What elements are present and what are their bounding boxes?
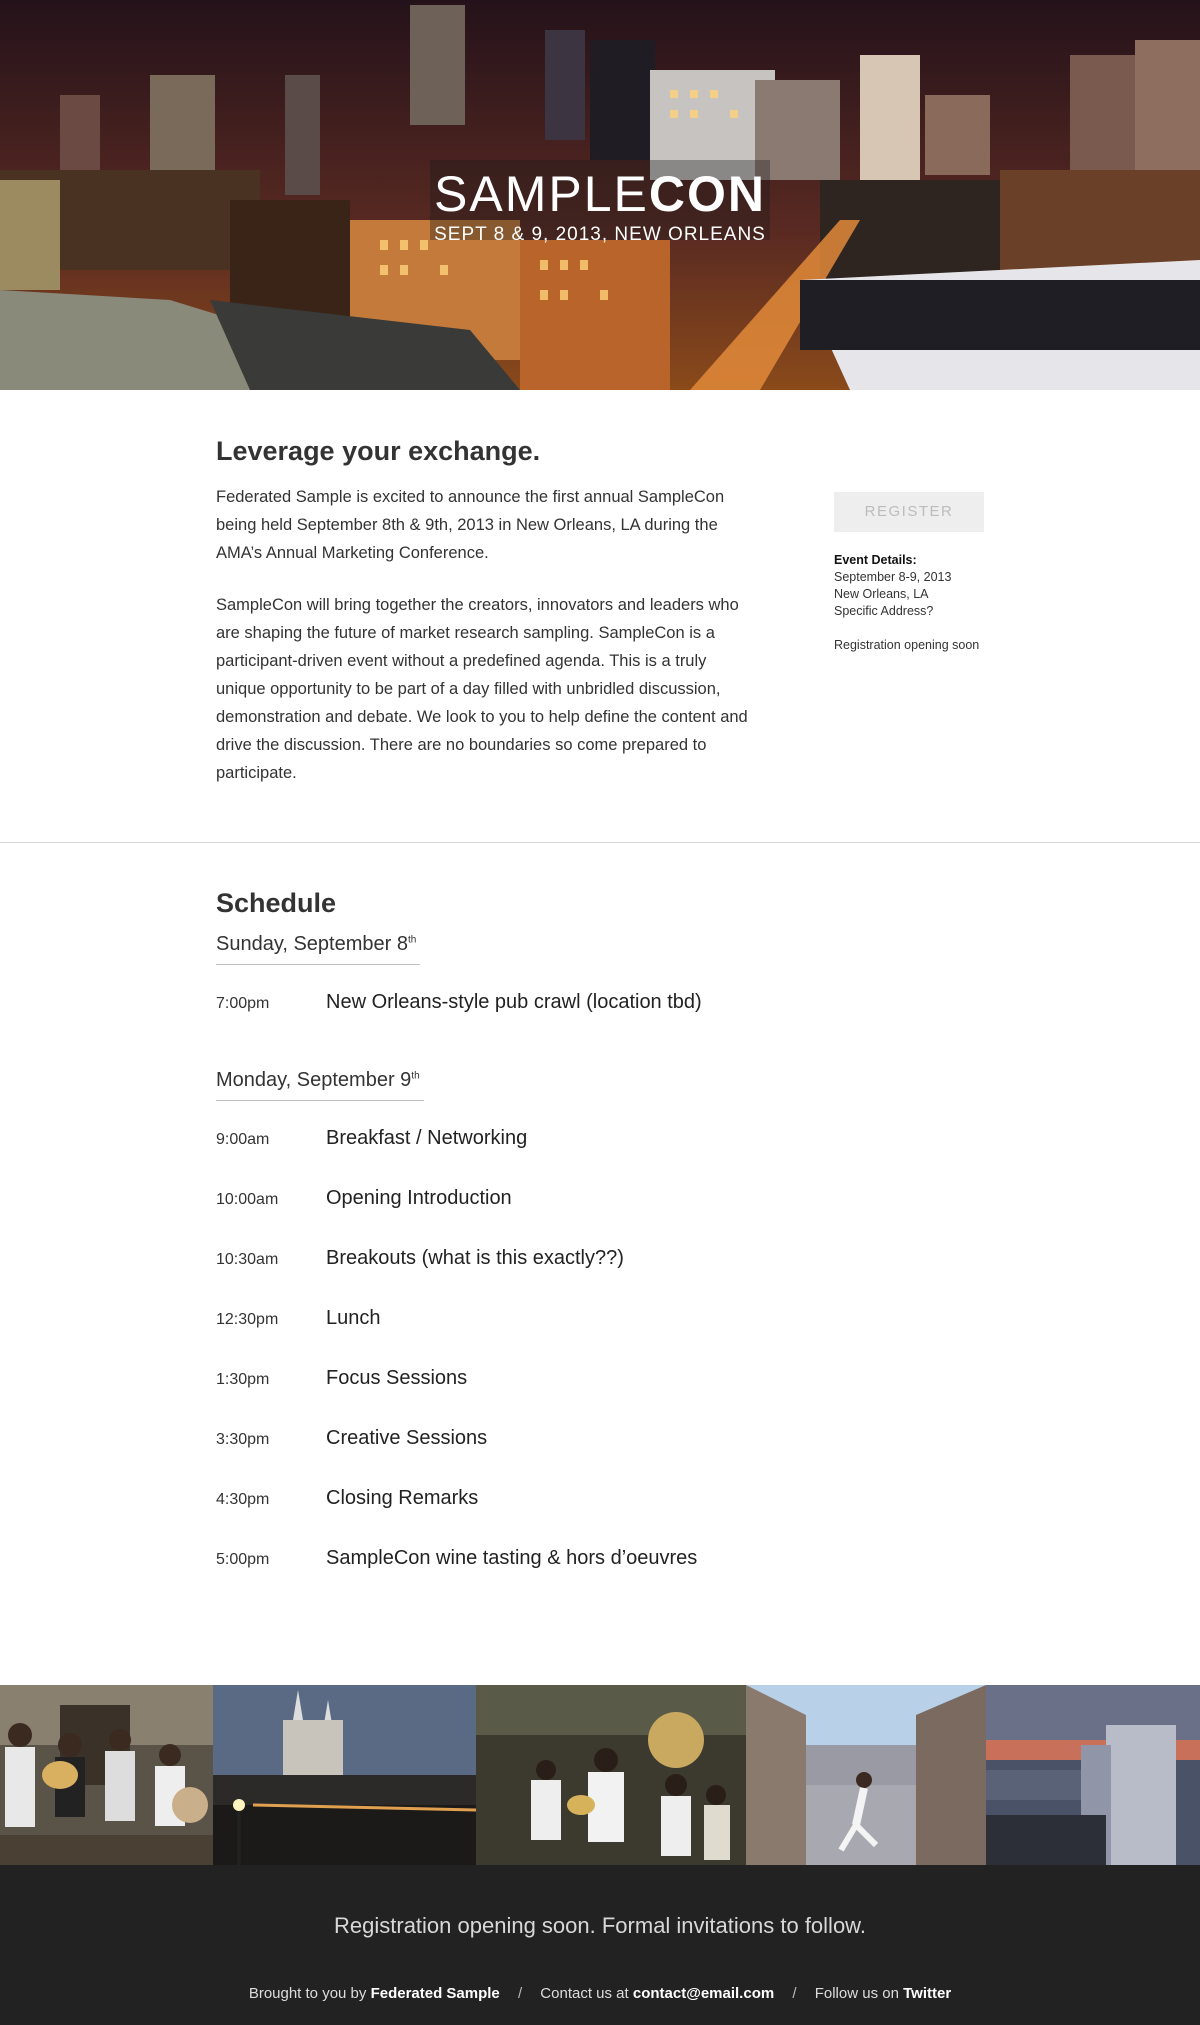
schedule-row: 5:00pm SampleCon wine tasting & hors d’o… bbox=[216, 1547, 916, 1607]
schedule-event: SampleCon wine tasting & hors d’oeuvres bbox=[326, 1547, 698, 1569]
event-details-location: New Orleans, LA bbox=[834, 587, 929, 601]
schedule-list: 9:00am Breakfast / Networking 10:00am Op… bbox=[216, 1127, 916, 1607]
schedule-time: 3:30pm bbox=[216, 1431, 270, 1448]
registration-note: Registration opening soon bbox=[834, 638, 980, 652]
site-footer: Registration opening soon. Formal invita… bbox=[0, 1865, 1200, 2025]
schedule-row: 12:30pm Lunch bbox=[216, 1307, 916, 1367]
schedule-event: Focus Sessions bbox=[326, 1367, 468, 1389]
schedule-time: 10:30am bbox=[216, 1251, 279, 1268]
day-heading: Monday, September 9th bbox=[216, 1069, 424, 1101]
schedule-heading: Schedule bbox=[216, 888, 337, 918]
intro-section: Leverage your exchange. Federated Sample… bbox=[216, 436, 756, 811]
event-details-date: September 8-9, 2013 bbox=[834, 570, 952, 584]
contact-email-link[interactable]: contact@email.com bbox=[633, 1985, 774, 2002]
federated-sample-link[interactable]: Federated Sample bbox=[371, 1985, 500, 2002]
title-light: SAMPLE bbox=[434, 166, 649, 222]
brass-band-photo bbox=[476, 1685, 746, 1865]
riverfront-skyline-photo bbox=[986, 1685, 1200, 1865]
schedule-row: 10:30am Breakouts (what is this exactly?… bbox=[216, 1247, 916, 1307]
schedule-time: 1:30pm bbox=[216, 1371, 270, 1388]
schedule-time: 9:00am bbox=[216, 1131, 270, 1148]
day-suffix: th bbox=[407, 934, 417, 946]
event-details: Event Details: September 8-9, 2013 New O… bbox=[834, 552, 984, 654]
day-label: Monday, September 9 bbox=[216, 1069, 412, 1091]
footer-separator: / bbox=[517, 1985, 523, 2002]
event-details-address: Specific Address? bbox=[834, 604, 934, 618]
intro-paragraph-1: Federated Sample is excited to announce … bbox=[216, 488, 725, 562]
schedule-row: 7:00pm New Orleans-style pub crawl (loca… bbox=[216, 991, 916, 1051]
day-suffix: th bbox=[411, 1070, 420, 1082]
schedule-event: Creative Sessions bbox=[326, 1427, 488, 1449]
schedule-event: Breakouts (what is this exactly??) bbox=[326, 1247, 624, 1269]
section-divider bbox=[0, 842, 1200, 843]
street-dancer-photo bbox=[746, 1685, 986, 1865]
footer-separator: / bbox=[792, 1985, 797, 2002]
event-details-title: Event Details: bbox=[834, 553, 917, 567]
schedule-event: Closing Remarks bbox=[326, 1487, 479, 1509]
schedule-event: Lunch bbox=[326, 1307, 381, 1329]
schedule-row: 9:00am Breakfast / Networking bbox=[216, 1127, 916, 1187]
event-logo-title: SAMPLECON bbox=[0, 165, 1200, 223]
day-label: Sunday, September 8 bbox=[216, 933, 408, 955]
day-block-sunday: Sunday, September 8th 7:00pm New Orleans… bbox=[216, 933, 916, 1051]
schedule-row: 4:30pm Closing Remarks bbox=[216, 1487, 916, 1547]
schedule-row: 10:00am Opening Introduction bbox=[216, 1187, 916, 1247]
intro-heading: Leverage your exchange. bbox=[216, 436, 541, 466]
register-button[interactable]: REGISTER bbox=[834, 492, 984, 532]
schedule-event: Opening Introduction bbox=[326, 1187, 512, 1209]
twitter-link[interactable]: Twitter bbox=[903, 1985, 951, 2002]
schedule-list: 7:00pm New Orleans-style pub crawl (loca… bbox=[216, 991, 916, 1051]
event-date-location: SEPT 8 & 9, 2013, NEW ORLEANS bbox=[434, 224, 766, 245]
title-bold: CON bbox=[648, 166, 766, 222]
schedule-time: 12:30pm bbox=[216, 1311, 279, 1328]
schedule-event: New Orleans-style pub crawl (location tb… bbox=[326, 991, 702, 1013]
day-heading: Sunday, September 8th bbox=[216, 933, 421, 965]
follow-prefix: Follow us on bbox=[814, 1985, 899, 2002]
photo-strip bbox=[0, 1685, 1200, 1865]
footer-credits: Brought to you by Federated Sample / Con… bbox=[0, 1985, 1200, 2002]
hero-banner: SAMPLECON SEPT 8 & 9, 2013, NEW ORLEANS bbox=[0, 0, 1200, 390]
footer-tagline: Registration opening soon. Formal invita… bbox=[334, 1913, 866, 1938]
schedule-time: 7:00pm bbox=[216, 995, 270, 1012]
jazz-band-photo bbox=[0, 1685, 213, 1865]
cathedral-night-photo bbox=[213, 1685, 476, 1865]
schedule-time: 10:00am bbox=[216, 1191, 279, 1208]
brought-by-prefix: Brought to you by bbox=[248, 1985, 367, 2002]
schedule-row: 3:30pm Creative Sessions bbox=[216, 1427, 916, 1487]
intro-paragraph-2: SampleCon will bring together the creato… bbox=[216, 596, 748, 782]
schedule-event: Breakfast / Networking bbox=[326, 1127, 528, 1149]
contact-prefix: Contact us at bbox=[540, 1985, 629, 2002]
schedule-row: 1:30pm Focus Sessions bbox=[216, 1367, 916, 1427]
schedule-time: 4:30pm bbox=[216, 1491, 270, 1508]
event-sidebar: REGISTER Event Details: September 8-9, 2… bbox=[834, 492, 984, 654]
schedule-time: 5:00pm bbox=[216, 1551, 270, 1568]
day-block-monday: Monday, September 9th 9:00am Breakfast /… bbox=[216, 1069, 916, 1607]
schedule-section: Schedule Sunday, September 8th 7:00pm Ne… bbox=[216, 888, 916, 1625]
